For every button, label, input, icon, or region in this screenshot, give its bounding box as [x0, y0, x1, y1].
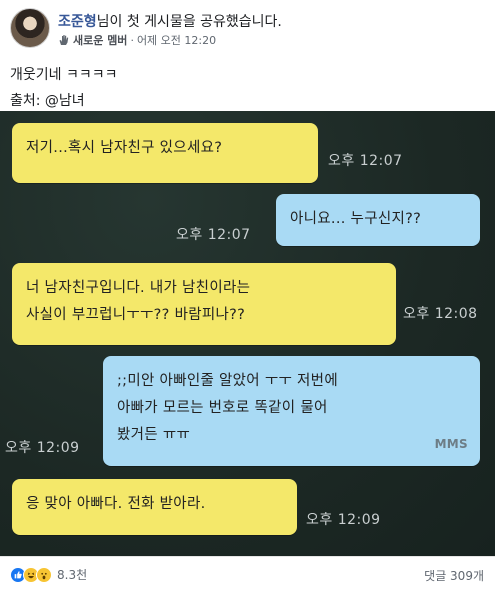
- chat-screenshot-image[interactable]: 저기...혹시 남자친구 있으세요? 오후 12:07 아니요... 누구신지?…: [0, 111, 495, 556]
- chat-bubble-text: 응 맞아 아빠다. 전화 받아라.: [26, 496, 206, 512]
- reactions-summary[interactable]: 8.3천: [10, 566, 87, 583]
- post-footer: 8.3천 댓글 309개: [0, 556, 495, 590]
- new-member-badge: 새로운 멤버: [73, 34, 128, 47]
- wow-icon: [36, 566, 52, 583]
- author-line: 조준형님이 첫 게시물을 공유했습니다.: [58, 11, 282, 31]
- post-timestamp[interactable]: 어제 오전 12:20: [137, 32, 216, 48]
- meta-separator: ·: [130, 33, 134, 47]
- chat-bubble-text: 사실이 부끄럽니ㅜㅜ?? 바람피나??: [26, 307, 246, 323]
- chat-timestamp: 오후 12:07: [176, 227, 251, 243]
- post-meta: 새로운 멤버 · 어제 오전 12:20: [58, 32, 216, 48]
- action-text: 님이 첫 게시물을 공유했습니다.: [96, 14, 282, 30]
- post-text-line: 개웃기네 ㅋㅋㅋㅋ: [10, 67, 118, 83]
- chat-bubble-text: ;;미안 아빠인줄 알았어 ㅜㅜ 저번에: [117, 373, 338, 389]
- chat-bubble-text: 저기...혹시 남자친구 있으세요?: [26, 140, 223, 156]
- chat-timestamp: 오후 12:07: [328, 153, 403, 169]
- chat-bubble-text: 아니요... 누구신지??: [290, 211, 422, 227]
- chat-timestamp: 오후 12:08: [403, 306, 478, 322]
- chat-timestamp: 오후 12:09: [5, 440, 80, 456]
- chat-bubble-received: 응 맞아 아빠다. 전화 받아라.: [12, 479, 297, 535]
- post-text: 개웃기네 ㅋㅋㅋㅋ 출처: @남녀: [10, 62, 118, 114]
- chat-bubble-sent: 아니요... 누구신지??: [276, 194, 480, 246]
- chat-bubble-text: 봤거든 ㅠㅠ: [117, 427, 191, 443]
- chat-bubble-received: 너 남자친구입니다. 내가 남친이라는 사실이 부끄럽니ㅜㅜ?? 바람피나??: [12, 263, 396, 345]
- post-header: 조준형님이 첫 게시물을 공유했습니다. 새로운 멤버 · 어제 오전 12:2…: [0, 0, 495, 55]
- author-name-link[interactable]: 조준형: [58, 14, 97, 30]
- comment-count-link[interactable]: 댓글 309개: [424, 567, 484, 584]
- chat-bubble-text: 너 남자친구입니다. 내가 남친이라는: [26, 280, 251, 296]
- chat-bubble-received: 저기...혹시 남자친구 있으세요?: [12, 123, 318, 183]
- chat-bubble-text: 아빠가 모르는 번호로 똑같이 물어: [117, 400, 328, 416]
- chat-bubble-sent: ;;미안 아빠인줄 알았어 ㅜㅜ 저번에 아빠가 모르는 번호로 똑같이 물어 …: [103, 356, 480, 466]
- waving-hand-icon: [59, 35, 69, 45]
- chat-timestamp: 오후 12:09: [306, 512, 381, 528]
- mms-label: MMS: [434, 437, 468, 451]
- reaction-count[interactable]: 8.3천: [57, 566, 87, 583]
- avatar[interactable]: [10, 8, 50, 48]
